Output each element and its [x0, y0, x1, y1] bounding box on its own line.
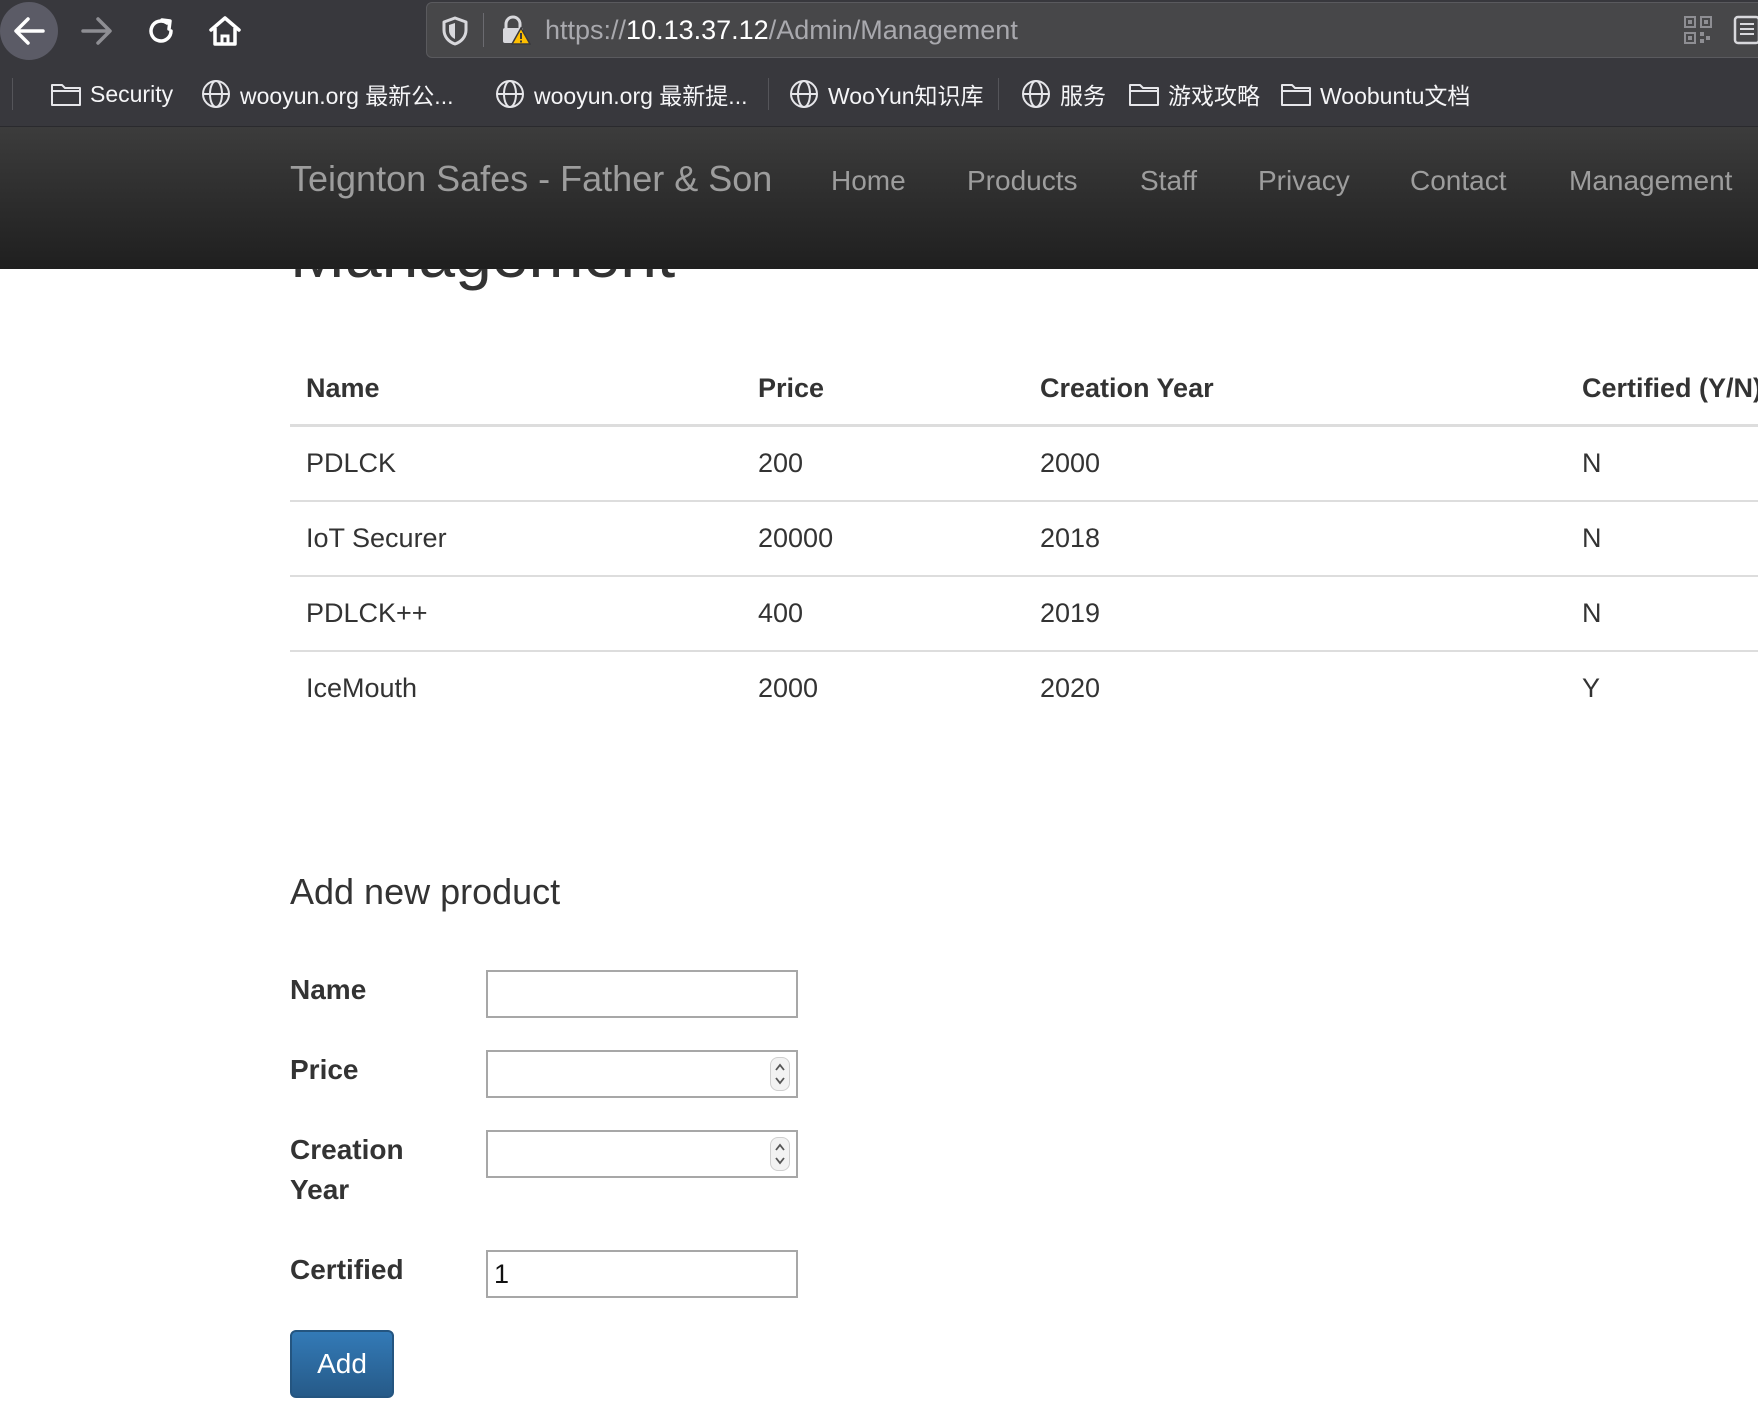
bookmark-label: 服务 — [1060, 83, 1106, 109]
nav-link-management[interactable]: Management — [1569, 161, 1732, 201]
bookmark-label: WooYun知识库 — [828, 83, 984, 109]
back-button[interactable] — [0, 2, 58, 60]
url-host: 10.13.37.12 — [626, 15, 769, 45]
cell-price: 20000 — [742, 501, 1024, 577]
globe-icon — [496, 80, 524, 108]
bookmark-separator — [998, 78, 999, 110]
table-row: PDLCK++ 400 2019 N — [290, 576, 1758, 652]
column-header-creation-year: Creation Year — [1024, 352, 1566, 427]
name-input[interactable] — [486, 970, 798, 1018]
cell-certified: N — [1566, 501, 1758, 577]
folder-icon — [1281, 84, 1311, 106]
insecure-lock-icon[interactable] — [499, 14, 531, 46]
price-input[interactable] — [486, 1050, 798, 1098]
qr-code-icon[interactable] — [1683, 15, 1713, 45]
bookmark-label: wooyun.org 最新提... — [534, 83, 748, 109]
url-scheme: https:// — [545, 15, 627, 45]
browser-toolbar: https://10.13.37.12/Admin/Management — [0, 0, 1758, 62]
bookmark-wooyun-submit[interactable]: wooyun.org 最新提... — [494, 62, 747, 126]
stepper-arrows-icon — [775, 1143, 785, 1165]
bookmark-label: 游戏攻略 — [1168, 83, 1260, 109]
home-button[interactable] — [196, 2, 254, 60]
name-label: Name — [290, 974, 367, 1005]
table-row: PDLCK 200 2000 N — [290, 425, 1758, 502]
reader-view-icon[interactable] — [1733, 15, 1758, 45]
add-button[interactable]: Add — [290, 1330, 394, 1398]
url-path: /Admin/Management — [768, 15, 1018, 45]
cell-price: 2000 — [758, 673, 819, 703]
globe-icon — [790, 80, 818, 108]
reload-icon — [149, 18, 173, 43]
column-header-certified: Certified (Y/N) — [1566, 352, 1758, 427]
folder-icon — [1129, 84, 1159, 106]
creation-year-input[interactable] — [486, 1130, 798, 1178]
add-product-heading: Add new product — [290, 871, 561, 912]
bookmark-label: Woobuntu文档 — [1320, 83, 1471, 109]
globe-icon — [1022, 80, 1050, 108]
creation-year-stepper[interactable] — [770, 1137, 790, 1171]
reload-button[interactable] — [132, 2, 190, 60]
column-header-price: Price — [742, 352, 1024, 427]
bookmark-separator — [768, 78, 769, 110]
cell-price: 200 — [742, 425, 1024, 502]
cell-creation-year: 2020 — [1040, 673, 1101, 703]
certified-label: Certified — [290, 1254, 404, 1285]
cell-creation-year: 2000 — [1024, 425, 1566, 502]
price-label: Price — [290, 1054, 359, 1085]
nav-link-staff[interactable]: Staff — [1140, 161, 1197, 201]
home-icon — [209, 16, 241, 46]
creation-year-label-line2: Year — [290, 1174, 350, 1205]
creation-year-label-line1: Creation — [290, 1134, 404, 1165]
nav-link-products[interactable]: Products — [967, 161, 1078, 201]
stepper-arrows-icon — [775, 1063, 785, 1085]
cell-price: 400 — [742, 576, 1024, 652]
table-row: IoT Securer 20000 2018 N — [290, 501, 1758, 577]
nav-link-contact[interactable]: Contact — [1410, 161, 1507, 201]
creation-year-label: Creation Year — [290, 1130, 404, 1210]
nav-link-privacy[interactable]: Privacy — [1258, 161, 1350, 201]
cell-certified: N — [1566, 576, 1758, 652]
table-header-row: Name Price Creation Year Certified (Y/N) — [290, 352, 1758, 427]
bookmarks-bar: Security wooyun.org 最新公... wooyun.org 最新… — [0, 62, 1758, 127]
cell-creation-year: 2018 — [1024, 501, 1566, 577]
bookmark-security[interactable]: Security — [50, 62, 173, 126]
products-table: Name Price Creation Year Certified (Y/N)… — [290, 352, 1758, 725]
folder-icon — [51, 84, 81, 106]
column-header-name: Name — [290, 352, 742, 427]
bookmarks-divider — [12, 78, 13, 110]
price-stepper[interactable] — [770, 1057, 790, 1091]
bookmark-label: Security — [90, 80, 174, 107]
cell-certified: N — [1566, 425, 1758, 502]
site-navbar: Teignton Safes - Father & Son Home Produ… — [0, 127, 1758, 269]
site-brand[interactable]: Teignton Safes - Father & Son — [290, 157, 772, 201]
globe-icon — [202, 80, 230, 108]
cell-name: PDLCK — [290, 425, 742, 502]
bookmark-wooyun-kb[interactable]: WooYun知识库 — [788, 62, 984, 126]
products-table-container: Name Price Creation Year Certified (Y/N)… — [290, 352, 1758, 725]
url-bar[interactable]: https://10.13.37.12/Admin/Management — [426, 2, 1758, 58]
url-text[interactable]: https://10.13.37.12/Admin/Management — [545, 15, 1018, 45]
bookmark-wooyun-public[interactable]: wooyun.org 最新公... — [200, 62, 453, 126]
certified-input[interactable] — [486, 1250, 798, 1298]
table-row: IceMouth 2000 2020 Y — [290, 651, 1758, 725]
nav-link-home[interactable]: Home — [831, 161, 906, 201]
arrow-right-icon — [81, 17, 112, 45]
cell-name: PDLCK++ — [290, 576, 742, 652]
url-divider — [483, 13, 484, 47]
bookmark-services[interactable]: 服务 — [1020, 62, 1106, 126]
arrow-left-icon — [14, 17, 45, 45]
tracking-shield-icon[interactable] — [441, 16, 469, 46]
bookmark-woobuntu-docs[interactable]: Woobuntu文档 — [1280, 62, 1470, 126]
cell-certified: Y — [1582, 673, 1601, 703]
cell-name: IceMouth — [306, 673, 418, 703]
forward-button[interactable] — [68, 2, 126, 60]
cell-creation-year: 2019 — [1024, 576, 1566, 652]
bookmark-game-guides[interactable]: 游戏攻略 — [1128, 62, 1260, 126]
bookmark-label: wooyun.org 最新公... — [240, 83, 454, 109]
cell-name: IoT Securer — [290, 501, 742, 577]
